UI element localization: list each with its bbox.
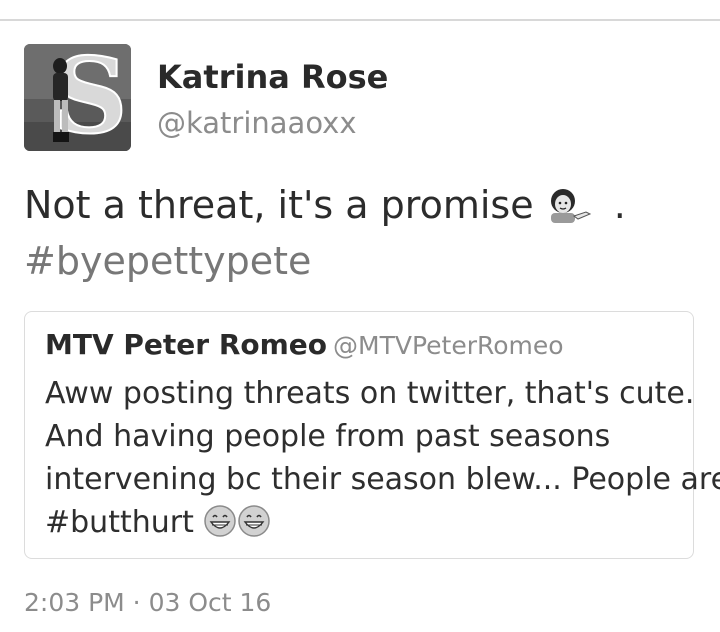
quoted-text-line: And having people from past seasons <box>45 419 611 454</box>
quoted-text-line: intervening bc their season blew... Peop… <box>45 462 720 497</box>
information-desk-person-icon <box>546 186 602 236</box>
avatar[interactable]: S <box>24 44 131 151</box>
quoted-hashtag-link[interactable]: #butthurt <box>45 505 194 540</box>
tweet-text: Not a threat, it's a promise . #byepetty… <box>24 180 704 286</box>
top-divider <box>0 19 720 21</box>
quoted-tweet-card[interactable]: MTV Peter Romeo @MTVPeterRomeo Aww postin… <box>24 311 720 559</box>
quoted-tweet-header: MTV Peter Romeo @MTVPeterRomeo <box>45 328 564 361</box>
grinning-face-icon <box>237 504 271 550</box>
quoted-text-line: Aww posting threats on twitter, that's c… <box>45 376 695 411</box>
tweet-text-line-1: Not a threat, it's a promise . <box>24 180 704 236</box>
quoted-author-handle[interactable]: @MTVPeterRomeo <box>333 331 564 360</box>
quoted-tweet-text: Aww posting threats on twitter, that's c… <box>45 372 720 550</box>
author-handle[interactable]: @katrinaaoxx <box>157 106 357 140</box>
avatar-image: S <box>24 44 131 151</box>
tweet-timestamp[interactable]: 2:03 PM · 03 Oct 16 <box>24 588 271 617</box>
quoted-author-name[interactable]: MTV Peter Romeo <box>45 328 327 361</box>
grinning-face-icon <box>203 504 237 550</box>
tweet-text-main: Not a threat, it's a promise <box>24 183 534 227</box>
tweet-text-suffix: . <box>601 183 626 227</box>
quoted-text-last-line: #butthurt <box>45 501 685 550</box>
author-display-name[interactable]: Katrina Rose <box>157 58 388 96</box>
tweet-hashtag-link[interactable]: #byepettypete <box>24 236 704 286</box>
